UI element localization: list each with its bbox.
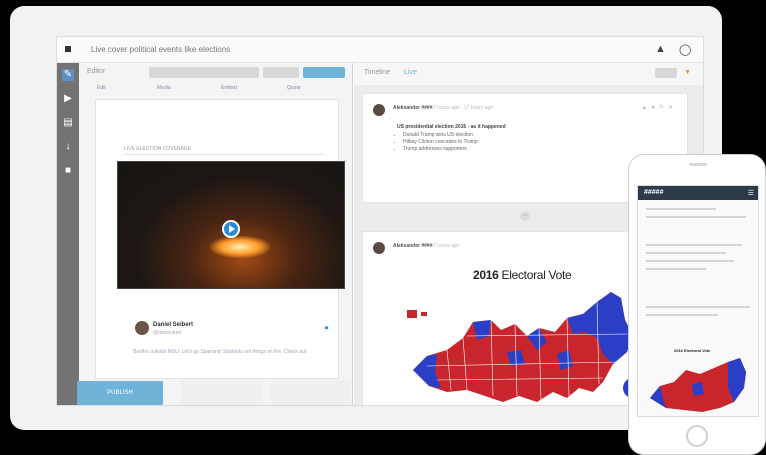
- template-select[interactable]: [149, 67, 259, 78]
- left-sidebar: ✎ ▶ ▤ ↓ ■: [57, 63, 79, 405]
- toolbar-media[interactable]: Media: [157, 85, 171, 91]
- text-line: [646, 260, 734, 262]
- avatar: [135, 321, 149, 335]
- post-author: Aleksander ####: [393, 105, 433, 111]
- editor-caption: LIVE ELECTION COVERAGE: [124, 146, 191, 152]
- save-draft-button[interactable]: [263, 67, 299, 78]
- play-icon[interactable]: [222, 220, 240, 238]
- electoral-map: [407, 292, 643, 402]
- list-icon[interactable]: ▤: [62, 117, 74, 129]
- tertiary-button[interactable]: [271, 381, 351, 405]
- toolbar-quote[interactable]: Quote: [287, 85, 301, 91]
- list-item: Trump addresses supporters: [403, 146, 478, 153]
- edit-icon[interactable]: ✎: [62, 69, 74, 81]
- divider: [124, 154, 324, 155]
- tweet-text: Bonfire outside MSU. Let's go Spartans! …: [133, 349, 307, 355]
- phone-mockup: ##### ☰ 2016 Electoral Vote: [628, 154, 766, 455]
- text-line: [646, 306, 750, 308]
- hamburger-icon[interactable]: ☰: [748, 189, 754, 197]
- phone-screen: ##### ☰ 2016 Electoral Vote: [637, 185, 759, 417]
- phone-speaker: [689, 163, 707, 166]
- post-time: 2 hours ago: [433, 243, 460, 249]
- menu-icon[interactable]: [65, 45, 73, 53]
- expand-icon[interactable]: ⋯: [520, 211, 530, 221]
- list-item: Hillary Clinton concedes to Trump: [403, 139, 478, 146]
- text-line: [646, 268, 706, 270]
- timeline-header: Timeline Live ▼: [354, 63, 703, 85]
- product-screenshot: Live cover political events like electio…: [0, 0, 766, 455]
- map-title-year: 2016: [473, 268, 499, 282]
- filter-select[interactable]: [655, 68, 677, 78]
- shield-icon[interactable]: ◯: [679, 43, 691, 56]
- thumbs-up-icon[interactable]: ▲: [655, 43, 666, 55]
- live-link[interactable]: Live: [404, 69, 417, 76]
- publish-button[interactable]: PUBLISH: [77, 381, 163, 405]
- twitter-icon: ●: [324, 323, 329, 332]
- timeline-label: Timeline: [364, 69, 391, 76]
- toolbar-edit[interactable]: Edit: [97, 85, 106, 91]
- publish-top-button[interactable]: [303, 67, 345, 78]
- post-time: 2 hours ago · 17 hours ago: [433, 105, 494, 111]
- embedded-video[interactable]: [117, 161, 345, 289]
- text-line: [646, 208, 716, 210]
- text-line: [646, 216, 746, 218]
- phone-map-title: 2016 Electoral Vote: [674, 348, 711, 353]
- editor-panel: Editor Edit Media Embed Quote LIVE ELECT…: [79, 63, 353, 405]
- post-heading: US presidential election 2016 - as it ha…: [397, 124, 506, 130]
- embedded-tweet: Daniel Seibert @danseibert ● Bonfire out…: [119, 321, 343, 361]
- home-button[interactable]: [686, 425, 708, 447]
- tweet-handle: @danseibert: [153, 330, 182, 336]
- toolbar-embed[interactable]: Embed: [221, 85, 237, 91]
- posts-icon[interactable]: ▶: [62, 93, 74, 105]
- text-line: [646, 252, 726, 254]
- phone-electoral-map: [650, 358, 746, 412]
- editor-toolbar: Edit Media Embed Quote: [79, 83, 353, 95]
- avatar: [373, 104, 385, 116]
- tweet-author: Daniel Seibert: [153, 322, 194, 328]
- avatar: [373, 242, 385, 254]
- text-line: [646, 314, 718, 316]
- phone-brand: #####: [644, 189, 664, 196]
- text-line: [646, 244, 742, 246]
- title-bar: Live cover political events like electio…: [57, 37, 703, 63]
- download-icon[interactable]: ↓: [62, 141, 74, 153]
- editor-header: Editor: [79, 63, 353, 81]
- comments-icon[interactable]: ■: [62, 165, 74, 177]
- page-title: Live cover political events like electio…: [91, 45, 231, 54]
- map-title: 2016 Electoral Vote: [473, 268, 572, 282]
- list-item: Donald Trump wins US election: [403, 132, 478, 139]
- post-author: Aleksander ####: [393, 243, 433, 249]
- editor-label: Editor: [87, 68, 106, 75]
- post-bullets: Donald Trump wins US election Hillary Cl…: [403, 132, 478, 153]
- fire-glow: [210, 236, 270, 258]
- app-window: Live cover political events like electio…: [56, 36, 704, 406]
- secondary-button[interactable]: [181, 381, 263, 405]
- post-actions[interactable]: ▲●✎✕: [641, 104, 677, 111]
- phone-header: ##### ☰: [638, 186, 758, 200]
- chevron-down-icon[interactable]: ▼: [684, 69, 691, 76]
- map-title-text: Electoral Vote: [498, 268, 572, 282]
- monitor-frame: Live cover political events like electio…: [10, 6, 722, 430]
